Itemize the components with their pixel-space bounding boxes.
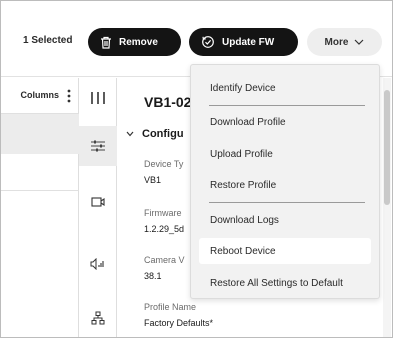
audio-icon xyxy=(90,258,104,270)
configuration-section-header[interactable]: Configu xyxy=(126,128,184,140)
scrollbar[interactable] xyxy=(383,78,391,337)
chevron-down-icon xyxy=(355,39,364,45)
columns-header: Columns xyxy=(1,78,79,114)
menu-item-download-logs[interactable]: Download Logs xyxy=(199,207,371,233)
menu-item-download-profile[interactable]: Download Profile xyxy=(199,109,371,135)
remove-label: Remove xyxy=(119,36,158,48)
menu-item-restore-profile[interactable]: Restore Profile xyxy=(199,172,371,198)
menu-item-identify-device[interactable]: Identify Device xyxy=(199,75,371,101)
menu-divider xyxy=(209,202,365,203)
columns-label[interactable]: Columns xyxy=(20,90,59,100)
more-menu: Identify Device Download Profile Upload … xyxy=(190,64,380,299)
menu-item-upload-profile[interactable]: Upload Profile xyxy=(199,141,371,167)
row-divider xyxy=(1,190,79,191)
rail-camera[interactable] xyxy=(79,182,117,222)
field-value: Factory Defaults* xyxy=(144,318,214,328)
menu-divider xyxy=(209,105,365,106)
refresh-icon xyxy=(202,36,214,48)
columns-icon xyxy=(91,92,105,104)
field-label: Firmware xyxy=(144,208,182,218)
rail-columns[interactable] xyxy=(79,78,117,118)
remove-button[interactable]: Remove xyxy=(88,28,181,56)
rail-configuration[interactable] xyxy=(79,126,117,166)
device-name: VB1-02 xyxy=(144,94,192,110)
trash-icon xyxy=(101,36,111,49)
more-button[interactable]: More xyxy=(307,28,382,56)
more-label: More xyxy=(324,36,349,48)
chevron-down-icon xyxy=(126,131,134,137)
scrollbar-thumb[interactable] xyxy=(384,90,390,205)
rail-audio[interactable] xyxy=(79,244,117,284)
field-label: Device Ty xyxy=(144,159,184,169)
update-fw-button[interactable]: Update FW xyxy=(189,28,298,56)
selected-device-row[interactable] xyxy=(1,114,79,154)
menu-item-restore-all-settings[interactable]: Restore All Settings to Default xyxy=(199,270,371,296)
selection-count: 1 Selected xyxy=(23,35,73,46)
field-value: 1.2.29_5d xyxy=(144,224,185,234)
sliders-icon xyxy=(91,140,105,152)
section-title: Configu xyxy=(142,128,184,140)
field-label: Profile Name xyxy=(144,302,197,312)
update-fw-label: Update FW xyxy=(222,36,275,48)
kebab-menu-icon[interactable] xyxy=(67,89,71,103)
camera-icon xyxy=(91,197,105,207)
rail-network[interactable] xyxy=(79,298,117,338)
menu-item-reboot-device[interactable]: Reboot Device xyxy=(199,238,371,264)
field-value: 38.1 xyxy=(144,271,162,281)
device-list-panel: Columns xyxy=(1,78,79,337)
icon-rail xyxy=(79,78,117,337)
field-value: VB1 xyxy=(144,175,162,185)
network-icon xyxy=(91,311,105,325)
field-label: Camera V xyxy=(144,255,185,265)
